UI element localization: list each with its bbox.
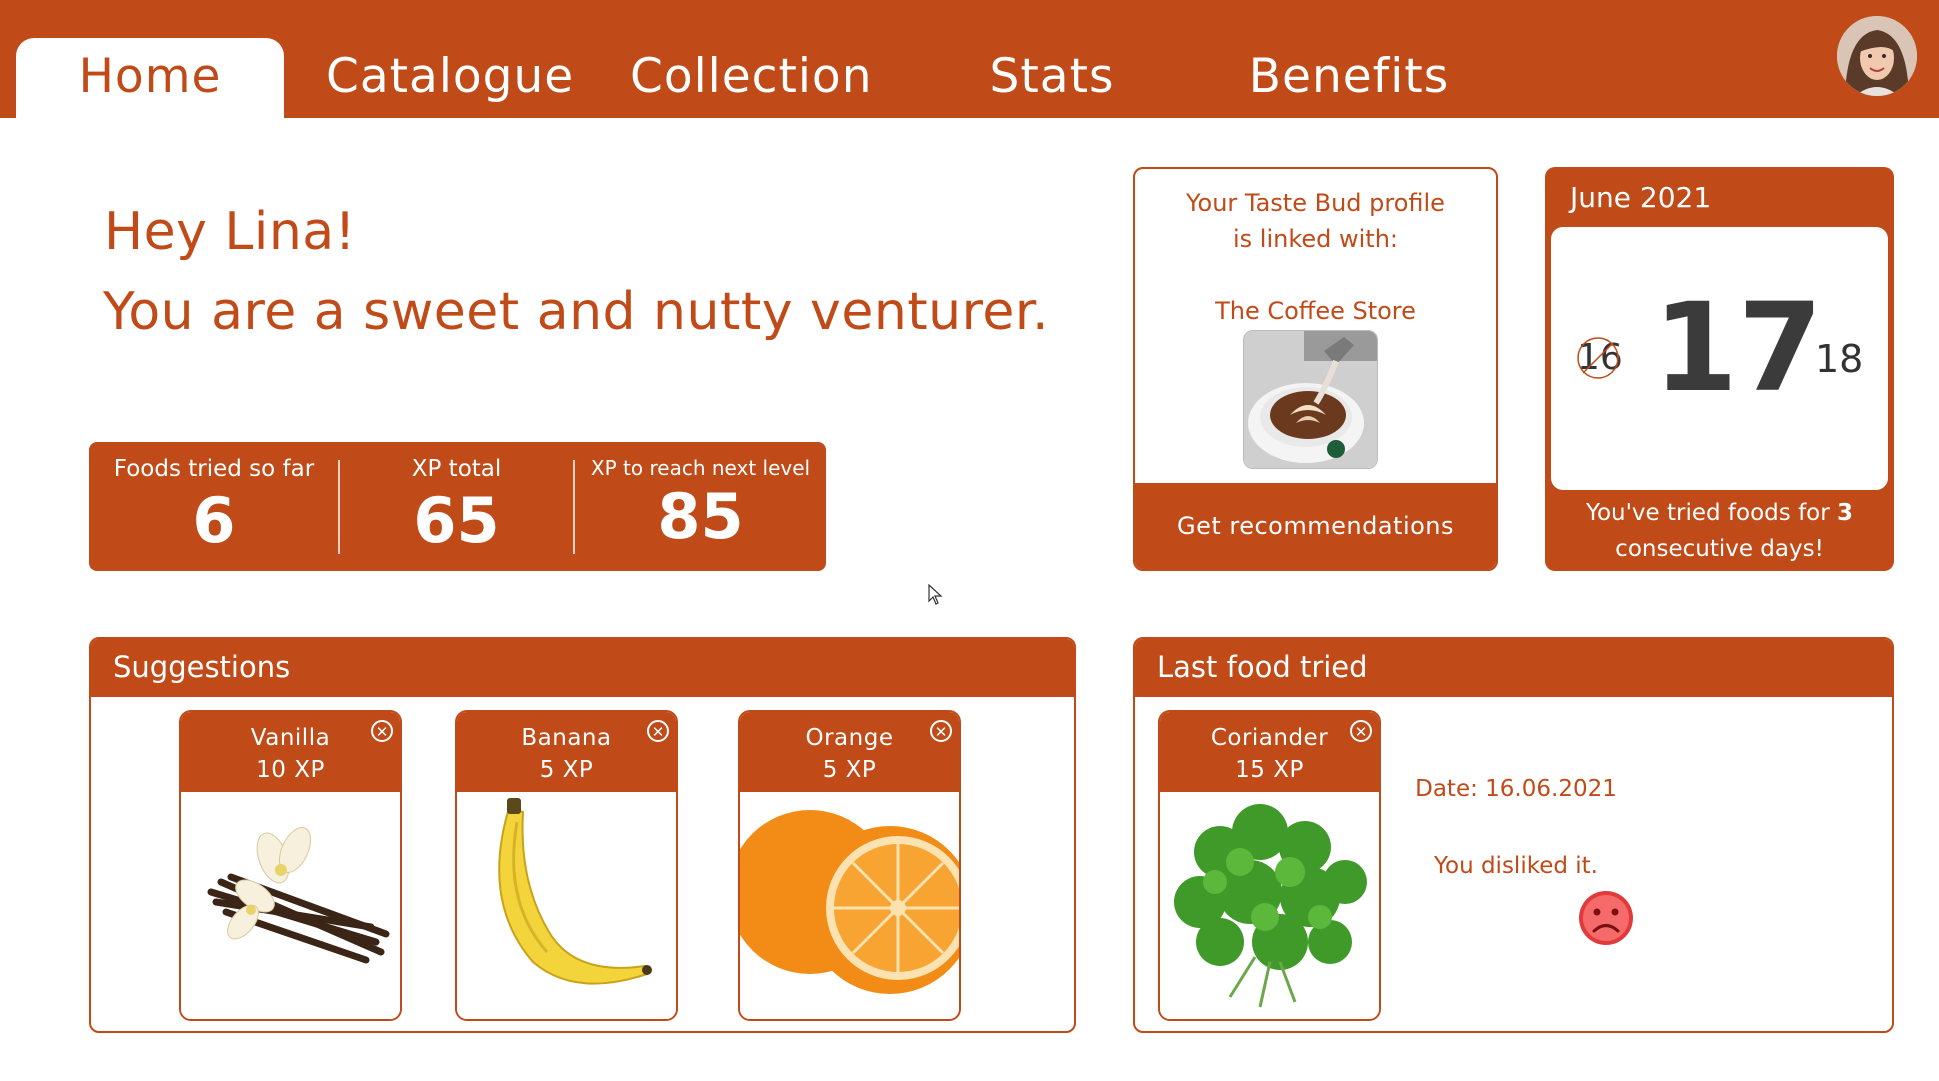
calendar-next-day: 18: [1815, 337, 1864, 381]
greeting-line-2: You are a sweet and nutty venturer.: [103, 282, 1049, 342]
food-name: Vanilla: [250, 725, 331, 751]
linked-text-line-2: is linked with:: [1232, 225, 1399, 253]
suggestion-card-header: Orange 5 XP: [740, 712, 959, 792]
food-xp: 15 XP: [1235, 757, 1304, 783]
greeting-line-1: Hey Lina!: [104, 202, 356, 262]
stat-foods-tried: Foods tried so far 6: [89, 442, 339, 571]
suggestion-card-orange[interactable]: Orange 5 XP ✕: [738, 710, 961, 1021]
last-food-title: Last food tried: [1135, 639, 1892, 697]
coriander-image: [1160, 792, 1379, 1019]
dismiss-icon[interactable]: ✕: [371, 720, 393, 742]
streak-note-prefix: You've tried foods for: [1585, 500, 1838, 526]
calendar-month: June 2021: [1570, 181, 1712, 214]
suggestion-card-vanilla[interactable]: Vanilla 10 XP ✕: [179, 710, 402, 1021]
stat-xp-total-value: 65: [413, 484, 500, 557]
last-food-card-header: Coriander 15 XP: [1160, 712, 1379, 792]
vanilla-image: [181, 792, 400, 1019]
streak-note: You've tried foods for 3 consecutive day…: [1545, 495, 1894, 567]
suggestion-card-header: Vanilla 10 XP: [181, 712, 400, 792]
stat-xp-next: XP to reach next level 85: [575, 442, 826, 571]
streak-note-suffix: consecutive days!: [1615, 536, 1824, 562]
tab-home[interactable]: Home: [16, 38, 284, 118]
linked-store-card: Your Taste Bud profile is linked with: T…: [1133, 167, 1498, 571]
suggestions-title: Suggestions: [91, 639, 1074, 697]
user-avatar[interactable]: [1837, 16, 1917, 96]
stat-xp-next-label: XP to reach next level: [590, 456, 811, 480]
stats-bar: Foods tried so far 6 XP total 65 XP to r…: [89, 442, 826, 571]
top-nav-bar: Home Catalogue Collection Stats Benefits: [0, 0, 1939, 118]
sad-face-icon: [1579, 891, 1633, 945]
stat-xp-total: XP total 65: [340, 442, 573, 571]
food-name: Banana: [521, 725, 612, 751]
streak-calendar-card: June 2021 16 17 18 You've tried foods fo…: [1545, 167, 1894, 571]
stat-xp-next-value: 85: [657, 480, 744, 553]
food-xp: 5 XP: [822, 757, 877, 783]
food-name: Coriander: [1210, 725, 1329, 751]
coffee-image: [1243, 330, 1378, 469]
last-food-date: Date: 16.06.2021: [1415, 776, 1617, 802]
crossed-out-icon: [1577, 337, 1619, 379]
stat-xp-total-label: XP total: [411, 456, 502, 482]
get-recommendations-button[interactable]: Get recommendations: [1135, 483, 1496, 569]
suggestion-card-header: Banana 5 XP: [457, 712, 676, 792]
last-food-verdict: You disliked it.: [1434, 853, 1598, 879]
stat-foods-tried-value: 6: [192, 484, 236, 557]
last-food-panel: Last food tried Coriander 15 XP ✕ Date: …: [1133, 637, 1894, 1033]
tab-collection[interactable]: Collection: [630, 38, 871, 118]
stat-foods-tried-label: Foods tried so far: [113, 456, 315, 482]
last-food-card[interactable]: Coriander 15 XP ✕: [1158, 710, 1381, 1021]
suggestions-panel: Suggestions Vanilla 10 XP ✕ Banana 5 XP …: [89, 637, 1076, 1033]
orange-image: [740, 792, 959, 1019]
calendar-face: 16 17 18: [1551, 227, 1888, 490]
food-xp: 5 XP: [539, 757, 594, 783]
linked-text-line-1: Your Taste Bud profile: [1186, 189, 1445, 217]
tab-benefits[interactable]: Benefits: [1247, 38, 1451, 118]
food-name: Orange: [805, 725, 894, 751]
tab-stats[interactable]: Stats: [982, 38, 1122, 118]
suggestion-card-banana[interactable]: Banana 5 XP ✕: [455, 710, 678, 1021]
streak-count: 3: [1837, 500, 1854, 526]
mouse-cursor-icon: [928, 584, 943, 605]
food-xp: 10 XP: [256, 757, 325, 783]
dismiss-icon[interactable]: ✕: [1350, 720, 1372, 742]
dismiss-icon[interactable]: ✕: [647, 720, 669, 742]
tab-catalogue[interactable]: Catalogue: [326, 38, 573, 118]
dismiss-icon[interactable]: ✕: [930, 720, 952, 742]
banana-image: [457, 792, 676, 1019]
calendar-today: 17: [1653, 277, 1823, 419]
linked-store-name: The Coffee Store: [1215, 297, 1416, 325]
